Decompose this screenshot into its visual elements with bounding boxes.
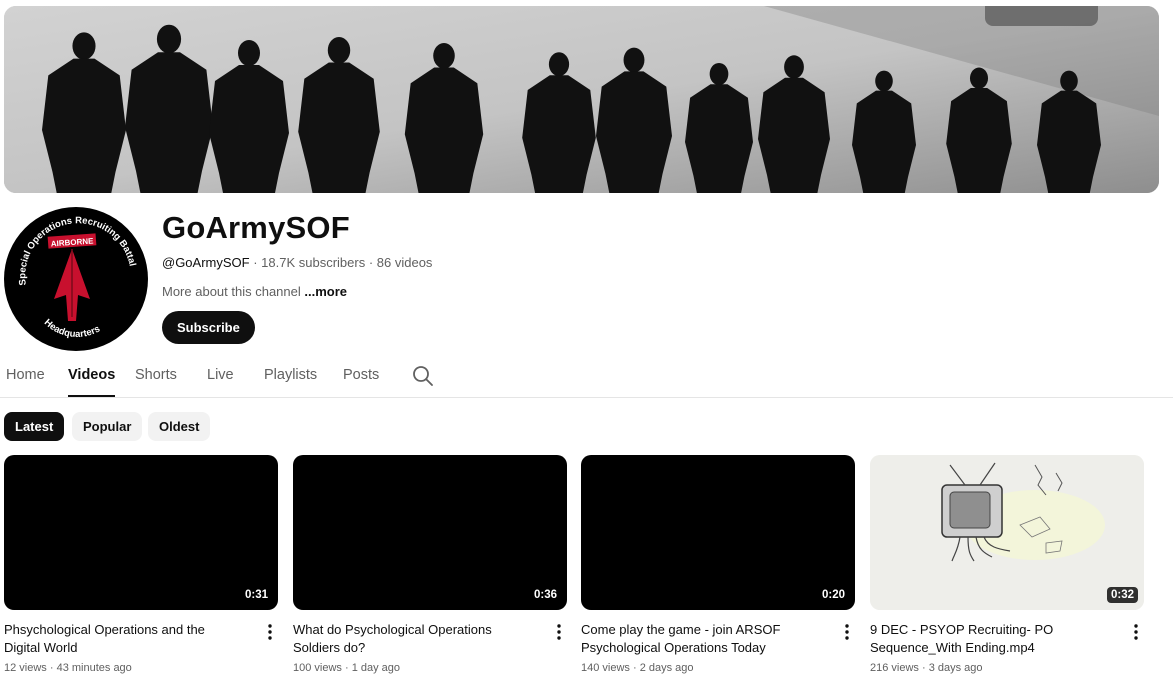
video-stats: 12 views · 43 minutes ago — [4, 662, 132, 674]
channel-meta: @GoArmySOF · 18.7K subscribers · 86 vide… — [162, 255, 432, 270]
tab-home[interactable]: Home — [6, 356, 45, 397]
subscribe-button[interactable]: Subscribe — [162, 311, 255, 344]
avatar-emblem: Special Operations Recruiting Battalion … — [4, 207, 146, 349]
video-thumbnail[interactable]: 0:20 — [581, 455, 855, 610]
video-duration: 0:20 — [817, 587, 849, 603]
video-thumbnail[interactable]: 0:31 — [4, 455, 278, 610]
channel-name: GoArmySOF — [162, 210, 350, 245]
video-views: 140 views — [581, 662, 630, 674]
video-thumbnail[interactable]: 0:36 — [293, 455, 567, 610]
tab-shorts[interactable]: Shorts — [135, 356, 177, 397]
meta-separator: · — [365, 255, 377, 270]
more-vert-icon[interactable] — [266, 623, 274, 641]
more-vert-icon[interactable] — [843, 623, 851, 641]
video-card[interactable]: 0:36 What do Psychological Operations So… — [293, 455, 568, 674]
video-title[interactable]: Phsychological Operations and the Digita… — [4, 621, 244, 657]
video-duration: 0:32 — [1106, 587, 1138, 603]
video-duration: 0:31 — [240, 587, 272, 603]
video-title[interactable]: What do Psychological Operations Soldier… — [293, 621, 533, 657]
video-card[interactable]: 0:20 Come play the game - join ARSOF Psy… — [581, 455, 856, 674]
tab-videos[interactable]: Videos — [68, 356, 116, 397]
video-stats: 216 views · 3 days ago — [870, 662, 983, 674]
tab-live[interactable]: Live — [207, 356, 234, 397]
banner-soldier-silhouettes — [4, 6, 1159, 193]
about-more-link[interactable]: ...more — [304, 284, 347, 299]
video-duration: 0:36 — [529, 587, 561, 603]
video-title[interactable]: Come play the game - join ARSOF Psycholo… — [581, 621, 821, 657]
video-thumbnail[interactable]: 0:32 — [870, 455, 1144, 610]
video-age: 1 day ago — [351, 662, 401, 674]
tv-sketch-illustration — [870, 455, 1144, 610]
filter-chip-latest[interactable]: Latest — [4, 412, 65, 441]
filter-chip-oldest[interactable]: Oldest — [148, 412, 211, 441]
video-age: 2 days ago — [639, 662, 694, 674]
more-vert-icon[interactable] — [555, 623, 563, 641]
video-count: 86 videos — [376, 255, 433, 270]
meta-separator: · — [249, 255, 262, 270]
video-card[interactable]: 0:31 Phsychological Operations and the D… — [4, 455, 279, 674]
channel-about-link[interactable]: More about this channel ...more — [162, 284, 347, 299]
subscriber-count: 18.7K subscribers — [261, 255, 366, 270]
video-views: 216 views — [870, 662, 919, 674]
video-stats: 100 views · 1 day ago — [293, 662, 401, 674]
banner-overlay-chip — [985, 6, 1098, 26]
video-age: 43 minutes ago — [56, 662, 132, 674]
video-stats: 140 views · 2 days ago — [581, 662, 694, 674]
tab-playlists[interactable]: Playlists — [264, 356, 317, 397]
video-views: 100 views — [293, 662, 342, 674]
video-views: 12 views — [4, 662, 47, 674]
channel-banner — [4, 6, 1159, 193]
channel-tabs: Home Videos Shorts Live Playlists Posts — [0, 356, 1173, 398]
video-title[interactable]: 9 DEC - PSYOP Recruiting- PO Sequence_Wi… — [870, 621, 1110, 657]
filter-chip-popular[interactable]: Popular — [72, 412, 143, 441]
channel-avatar[interactable]: Special Operations Recruiting Battalion … — [4, 207, 148, 351]
about-text: More about this channel — [162, 284, 301, 299]
video-age: 3 days ago — [928, 662, 983, 674]
more-vert-icon[interactable] — [1132, 623, 1140, 641]
search-icon[interactable] — [411, 364, 435, 388]
channel-handle[interactable]: @GoArmySOF — [162, 255, 250, 270]
tab-posts[interactable]: Posts — [343, 356, 379, 397]
video-card[interactable]: 0:32 9 DEC - PSYOP Recruiting- PO Sequen… — [870, 455, 1145, 674]
